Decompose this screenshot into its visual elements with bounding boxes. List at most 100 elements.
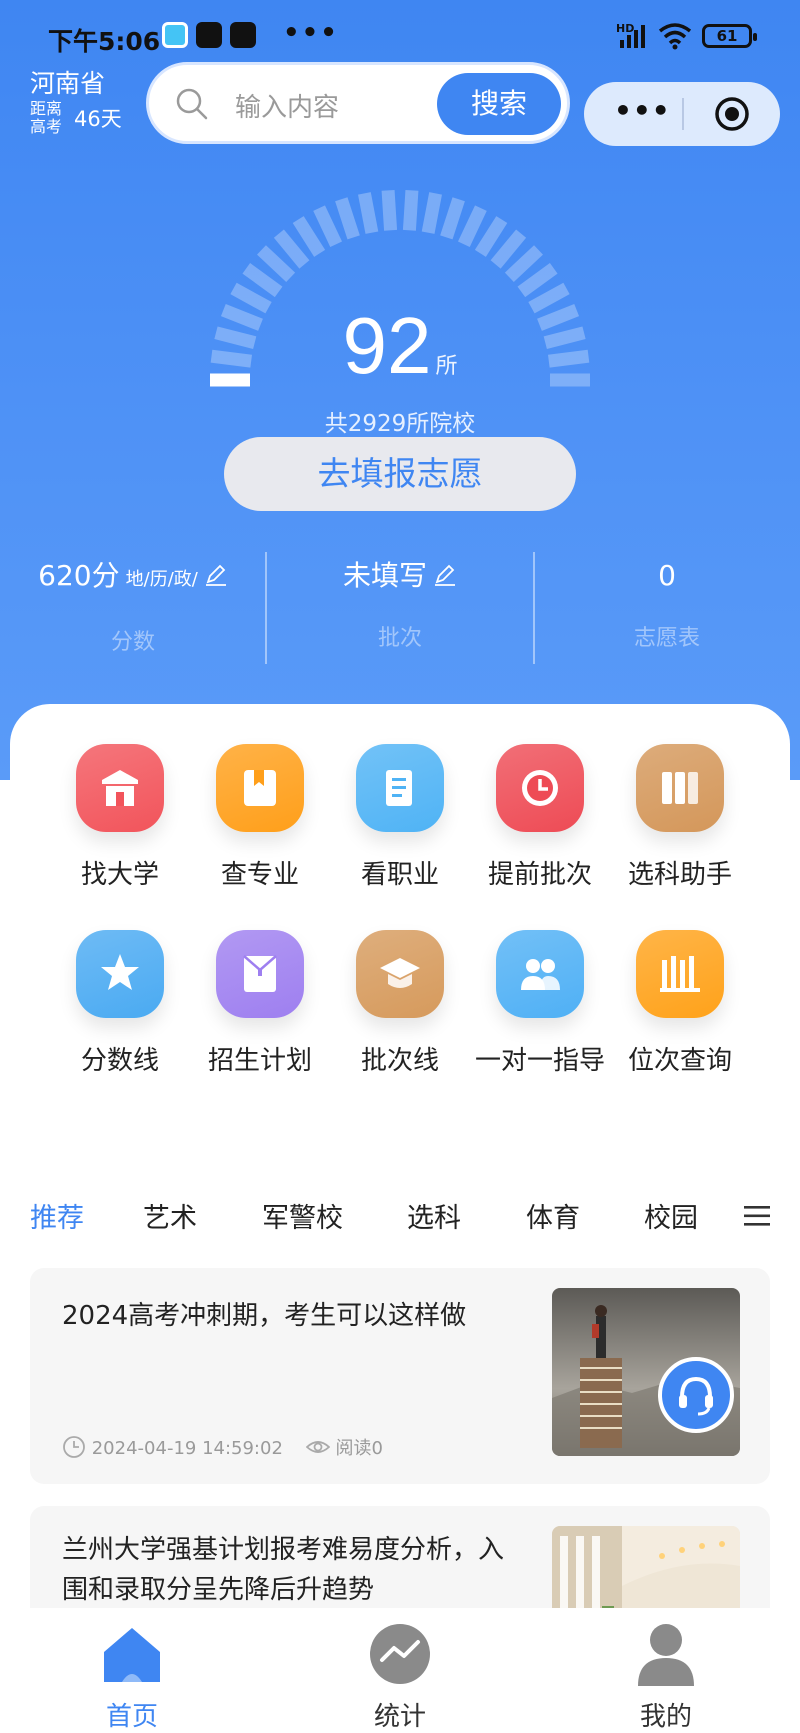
nav-stats-label: 统计: [373, 1702, 426, 1732]
graduation-cap-icon: [356, 930, 444, 1018]
feature-item[interactable]: 查专业: [190, 744, 330, 891]
school-count: 92: [342, 301, 432, 390]
gauge-tick: [358, 192, 379, 234]
score-value: 620分: [38, 559, 120, 592]
gauge-tick: [457, 205, 487, 248]
gauge-tick: [504, 245, 543, 283]
bookmark-book-icon: [216, 744, 304, 832]
users-icon: [496, 930, 584, 1018]
customer-service-button[interactable]: [658, 1357, 734, 1433]
feature-label: 一对一指导: [474, 1046, 605, 1076]
more-notifications-icon: •••: [283, 18, 339, 48]
tab-item[interactable]: 艺术: [143, 1196, 197, 1235]
tab-item[interactable]: 推荐: [30, 1196, 84, 1235]
batch-value: 未填写: [342, 559, 427, 592]
books-icon: [636, 744, 724, 832]
feature-item[interactable]: 一对一指导: [470, 930, 610, 1077]
nav-home[interactable]: 首页: [62, 1622, 202, 1733]
feature-item[interactable]: 看职业: [330, 744, 470, 891]
score-label: 分数: [110, 630, 155, 655]
article-meta: 2024-04-19 14:59:02 阅读0: [62, 1434, 383, 1460]
stats-row: 620分 地/历/政/ 分数 未填写 批次 0 志愿表: [0, 552, 800, 664]
gauge-count: 92 所: [0, 300, 800, 392]
application-count: 0: [658, 559, 676, 592]
wifi-icon: [658, 23, 692, 50]
application-label: 志愿表: [633, 626, 700, 651]
clock-icon: [496, 744, 584, 832]
feature-label: 提前批次: [487, 860, 592, 890]
tiktok-icon: [230, 22, 256, 48]
feature-item[interactable]: 提前批次: [470, 744, 610, 891]
feature-label: 看职业: [360, 860, 439, 890]
university-icon: [76, 744, 164, 832]
feature-label: 选科助手: [627, 860, 732, 890]
close-miniprogram-icon[interactable]: [714, 96, 750, 132]
bottom-navigation: 首页 统计 我的: [0, 1608, 800, 1733]
feature-item[interactable]: 分数线: [50, 930, 190, 1077]
search-button[interactable]: 搜索: [437, 73, 561, 135]
stat-batch[interactable]: 未填写 批次: [267, 552, 533, 664]
province-name: 河南省: [30, 69, 106, 98]
gauge-tick: [490, 229, 527, 269]
total-schools: 共2929所院校: [324, 411, 476, 437]
article-card[interactable]: 2024高考冲刺期，考生可以这样做 2024-04-19 14:59:02 阅读…: [30, 1268, 770, 1484]
feature-label: 找大学: [80, 860, 159, 890]
feature-item[interactable]: 选科助手: [610, 744, 750, 891]
fill-application-button[interactable]: 去填报志愿: [224, 437, 576, 511]
gauge-tick: [402, 189, 419, 231]
eye-icon: [305, 1441, 331, 1453]
article-title: 兰州大学强基计划报考难易度分析，入围和录取分呈先降后升趋势: [62, 1535, 505, 1605]
stat-application-table[interactable]: 0 志愿表: [534, 552, 800, 664]
edit-pencil-icon[interactable]: [204, 563, 228, 587]
province-selector[interactable]: 河南省 距离高考 46天: [30, 68, 122, 136]
app-notification-icon: [162, 22, 188, 48]
miniprogram-capsule: •••: [584, 82, 780, 146]
feature-item[interactable]: 招生计划: [190, 930, 330, 1077]
feature-item[interactable]: 位次查询: [610, 930, 750, 1077]
nav-stats[interactable]: 统计: [330, 1622, 470, 1733]
stat-score[interactable]: 620分 地/历/政/ 分数: [0, 552, 266, 664]
tab-item[interactable]: 校园: [644, 1196, 698, 1235]
tab-item[interactable]: 选科: [407, 1196, 461, 1235]
tab-item[interactable]: 军警校: [262, 1196, 343, 1235]
article-date: 2024-04-19 14:59:02: [91, 1438, 283, 1459]
edit-pencil-icon[interactable]: [433, 563, 457, 587]
nav-profile[interactable]: 我的: [596, 1622, 736, 1733]
gauge-tick: [474, 216, 508, 257]
search-bar[interactable]: 输入内容 搜索: [146, 62, 570, 144]
headset-icon: [679, 1376, 713, 1416]
nav-home-label: 首页: [105, 1702, 158, 1732]
gauge-tick: [242, 263, 283, 298]
feature-item[interactable]: 找大学: [50, 744, 190, 891]
countdown-days: 46天: [74, 107, 122, 131]
tab-item[interactable]: 体育: [526, 1196, 580, 1235]
feature-label: 位次查询: [627, 1046, 732, 1076]
feature-item[interactable]: 批次线: [330, 930, 470, 1077]
more-menu-icon[interactable]: •••: [614, 94, 671, 127]
countdown-prefix: 距离高考: [30, 99, 63, 136]
article-title: 2024高考冲刺期，考生可以这样做: [62, 1301, 467, 1331]
gauge-tick: [273, 229, 310, 269]
stats-icon: [368, 1622, 432, 1686]
battery-icon: 61: [702, 24, 757, 48]
document-icon: [356, 744, 444, 832]
feature-label: 招生计划: [207, 1046, 312, 1076]
home-icon: [100, 1622, 164, 1686]
tabs-menu-icon[interactable]: [742, 1204, 772, 1228]
status-time: 下午5:06: [48, 27, 161, 56]
search-input[interactable]: 输入内容: [235, 87, 339, 124]
feature-label: 批次线: [360, 1046, 439, 1076]
subjects-text: 地/历/政/: [125, 569, 198, 590]
feature-label: 查专业: [220, 860, 299, 890]
tiktok-icon: [196, 22, 222, 48]
gauge-tick: [292, 216, 326, 257]
gauge-tick: [257, 245, 296, 283]
capsule-divider: [682, 98, 684, 130]
school-count-unit: 所: [435, 354, 458, 379]
clock-icon: [63, 1436, 85, 1458]
gauge-tick: [421, 192, 442, 234]
profile-icon: [634, 1622, 698, 1686]
envelope-icon: [216, 930, 304, 1018]
gauge-tick: [440, 197, 465, 240]
feature-label: 分数线: [80, 1046, 159, 1076]
